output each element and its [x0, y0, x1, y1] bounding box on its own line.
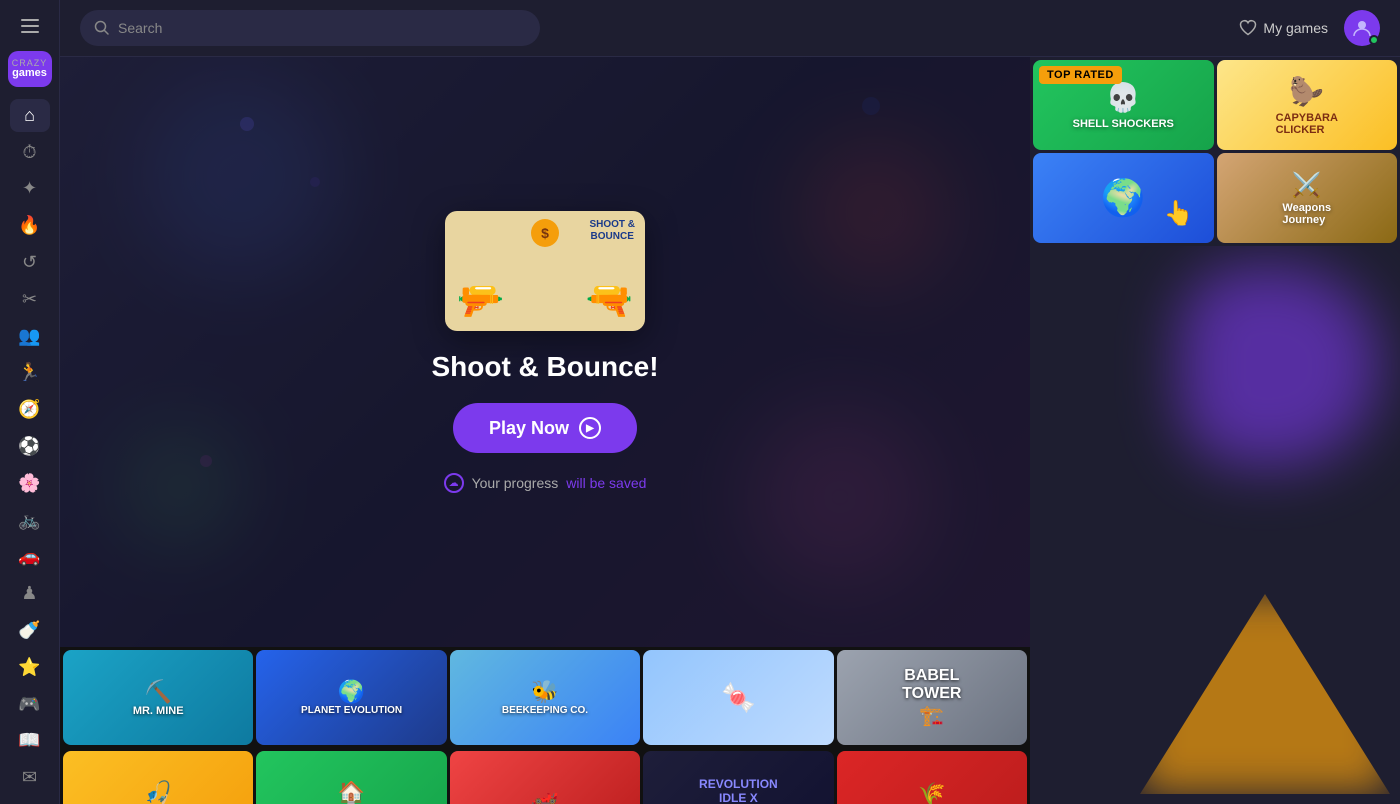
sidebar-item-car[interactable]: 🚗 — [10, 540, 50, 573]
game-thumb-smash-karts[interactable]: 🏎️ SMASH KARTS — [450, 751, 640, 804]
content-area: $ SHOOT &BOUNCE 🔫 🔫 Shoot & Bounce! Play… — [60, 57, 1400, 804]
search-icon — [94, 20, 110, 36]
right-panel: TOP RATED 💀 SHELL SHOCKERS 🦫 CAPYBARACLI… — [1030, 57, 1400, 804]
search-input[interactable] — [118, 20, 526, 36]
header-right: My games — [1239, 10, 1380, 46]
menu-toggle[interactable] — [10, 10, 50, 43]
sidebar-item-christmas[interactable]: ⭐ — [10, 651, 50, 684]
featured-games-grid: TOP RATED 💀 SHELL SHOCKERS 🦫 CAPYBARACLI… — [1030, 57, 1400, 246]
progress-text: Your progress — [472, 475, 559, 491]
my-games-label: My games — [1263, 20, 1328, 36]
game-grid-row1: ⛏️ MR. MINE 🌍 PLANET EVOLUTION 🐝 BEEKEEP… — [60, 647, 1030, 748]
right-game-shell-shockers[interactable]: TOP RATED 💀 SHELL SHOCKERS — [1033, 60, 1214, 150]
play-circle-icon: ▶ — [579, 417, 601, 439]
game-grid-row2: 🎣 TINY FISHING 🏠 Idle House Build 🏎️ SMA… — [60, 748, 1030, 804]
logo-line2: games — [12, 68, 47, 79]
yellow-triangle-blob — [1140, 594, 1390, 794]
gun-left-icon: 🔫 — [457, 279, 504, 323]
game-thumb-tiny-fishing[interactable]: 🎣 TINY FISHING — [63, 751, 253, 804]
purple-blob — [1180, 266, 1380, 466]
featured-game-thumbnail[interactable]: $ SHOOT &BOUNCE 🔫 🔫 — [445, 211, 645, 331]
sidebar-item-girls[interactable]: 🌸 — [10, 467, 50, 500]
gun-right-icon: 🔫 — [586, 279, 633, 323]
sidebar-item-stickman[interactable]: 🏃 — [10, 356, 50, 389]
right-panel-decoration — [1030, 246, 1400, 804]
game-thumb-idle-house[interactable]: 🏠 Idle House Build — [256, 751, 446, 804]
sidebar-item-new[interactable]: ✦ — [10, 172, 50, 205]
left-panel: $ SHOOT &BOUNCE 🔫 🔫 Shoot & Bounce! Play… — [60, 57, 1030, 804]
game-thumb-mr-mine[interactable]: ⛏️ MR. MINE — [63, 650, 253, 745]
online-indicator — [1369, 35, 1379, 45]
sidebar-item-bike[interactable]: 🚲 — [10, 504, 50, 537]
game-thumb-babel-tower[interactable]: BABELTOWER 🏗️ — [837, 650, 1027, 745]
game-thumb-revolution-idle[interactable]: REVOLUTIONIDLE X DEMO — [643, 751, 833, 804]
sidebar-item-driving[interactable]: 🎮 — [10, 688, 50, 721]
sidebar-item-mail[interactable]: ✉ — [10, 761, 50, 794]
game-thumb-planet-evolution[interactable]: 🌍 PLANET EVOLUTION — [256, 650, 446, 745]
user-avatar[interactable] — [1344, 10, 1380, 46]
featured-hero: $ SHOOT &BOUNCE 🔫 🔫 Shoot & Bounce! Play… — [60, 57, 1030, 647]
top-rated-badge: TOP RATED — [1039, 66, 1122, 84]
logo[interactable]: crazy games — [8, 51, 52, 87]
play-button-label: Play Now — [489, 418, 569, 439]
sidebar-item-multiplayer[interactable]: 👥 — [10, 320, 50, 353]
right-game-capybara[interactable]: 🦫 CAPYBARACLICKER — [1217, 60, 1398, 150]
my-games-button[interactable]: My games — [1239, 19, 1328, 37]
header: My games — [60, 0, 1400, 57]
sidebar-item-explore[interactable]: 🧭 — [10, 393, 50, 426]
game-thumb-beekeeping[interactable]: 🐝 BEEKEEPING CO. — [450, 650, 640, 745]
progress-notice: ☁ Your progress will be saved — [444, 473, 647, 493]
progress-highlight: will be saved — [566, 475, 646, 491]
sidebar-item-board[interactable]: ♟ — [10, 577, 50, 610]
heart-icon — [1239, 19, 1257, 37]
play-now-button[interactable]: Play Now ▶ — [453, 403, 637, 453]
cloud-save-icon: ☁ — [444, 473, 464, 493]
shoot-bounce-title: SHOOT &BOUNCE — [589, 219, 635, 242]
sidebar-item-baby[interactable]: 🍼 — [10, 614, 50, 647]
right-game-geo[interactable]: 🌍 👆 — [1033, 153, 1214, 243]
search-bar[interactable] — [80, 10, 540, 46]
sidebar-item-book[interactable]: 📖 — [10, 724, 50, 757]
sidebar-item-hot[interactable]: 🔥 — [10, 209, 50, 242]
sidebar-item-updated[interactable]: ↺ — [10, 246, 50, 279]
sidebar-item-originals[interactable]: ✂ — [10, 283, 50, 316]
sidebar: crazy games ⌂ ⏱ ✦ 🔥 ↺ ✂ 👥 🏃 🧭 ⚽ 🌸 🚲 🚗 ♟ … — [0, 0, 60, 804]
game-thumb-idle-farming[interactable]: 🌾 IDLE FARMING — [837, 751, 1027, 804]
coin-icon: $ — [531, 219, 559, 247]
main-content: My games — [60, 0, 1400, 804]
game-thumb-candy[interactable]: 🍬 — [643, 650, 833, 745]
sidebar-item-home[interactable]: ⌂ — [10, 99, 50, 132]
sidebar-item-sports[interactable]: ⚽ — [10, 430, 50, 463]
sidebar-item-recent[interactable]: ⏱ — [10, 136, 50, 169]
right-game-weapons[interactable]: ⚔️ WeaponsJourney — [1217, 153, 1398, 243]
featured-game-title: Shoot & Bounce! — [431, 351, 658, 383]
